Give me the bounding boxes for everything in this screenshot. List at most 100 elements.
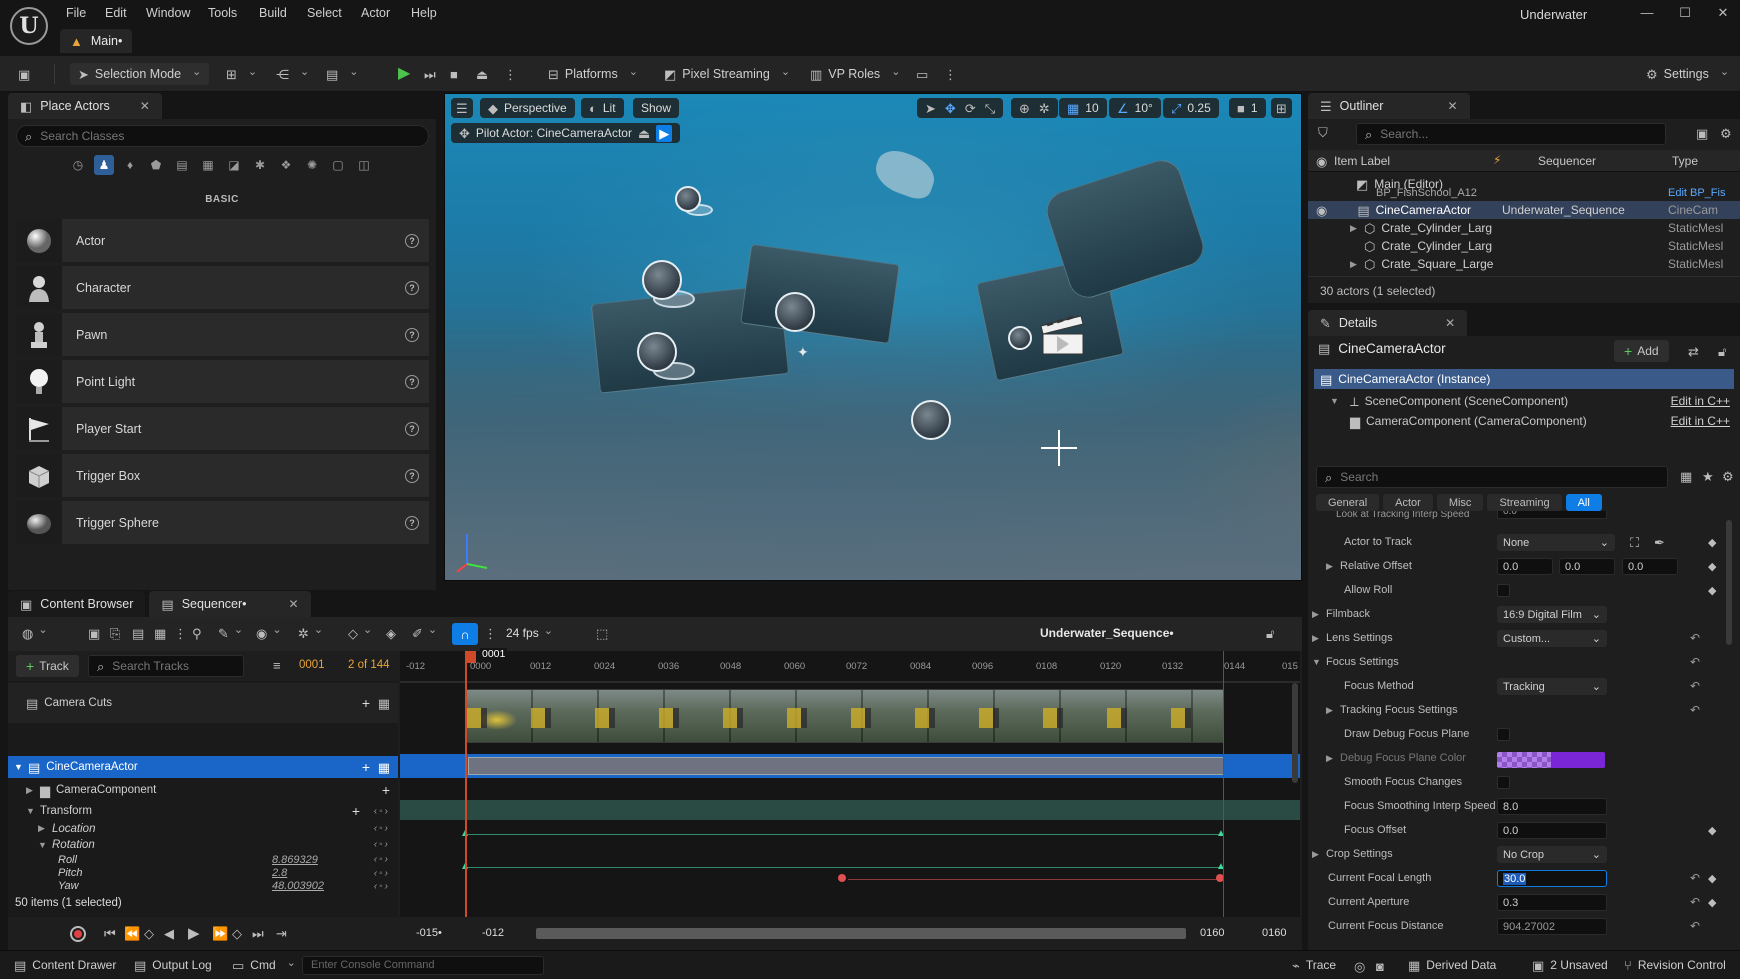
menu-help[interactable]: Help: [411, 6, 437, 20]
outliner-tab[interactable]: ☰ Outliner ✕: [1308, 93, 1470, 119]
cmd-dropdown[interactable]: ▭ Cmd: [232, 958, 296, 972]
curve-editor-icon[interactable]: ⬚: [596, 627, 608, 640]
playback-options-icon[interactable]: ✲: [298, 627, 323, 640]
view-range-slider[interactable]: [536, 928, 1186, 939]
edit-cpp-link[interactable]: Edit in C++: [1671, 414, 1730, 428]
reset-icon[interactable]: ↶: [1690, 895, 1700, 909]
diver-mesh[interactable]: [869, 144, 941, 204]
add-keyframe-icon[interactable]: ◆: [1708, 536, 1716, 549]
key-navigation-icon[interactable]: ‹◦›: [374, 868, 390, 879]
camera-cut-thumbnails[interactable]: [466, 689, 1224, 743]
prev-frame-icon[interactable]: ⏪: [124, 927, 140, 940]
play-button[interactable]: ▶: [398, 63, 410, 85]
close-tab-icon[interactable]: ✕: [289, 597, 299, 611]
allow-roll-checkbox[interactable]: [1497, 584, 1510, 597]
menu-actor[interactable]: Actor: [361, 6, 390, 20]
key-navigation-icon[interactable]: ‹◦›: [374, 854, 390, 865]
eject-pilot-icon[interactable]: ⏏: [638, 127, 650, 140]
keyframe-icon[interactable]: ▲: [1216, 828, 1226, 839]
focus-distance-input[interactable]: 904.27002: [1497, 918, 1607, 935]
save-icon[interactable]: ▣: [88, 627, 100, 640]
lit-button[interactable]: ◐ Lit: [581, 98, 624, 118]
close-icon[interactable]: ✕: [1708, 5, 1738, 23]
add-icon[interactable]: +: [352, 803, 360, 819]
reset-icon[interactable]: ↶: [1690, 871, 1700, 885]
track-camera-cuts[interactable]: ▤ Camera Cuts + ▦: [8, 683, 398, 723]
recent-icon[interactable]: ◷: [68, 155, 88, 175]
scale-tool-icon[interactable]: ⤡: [985, 102, 995, 115]
playhead-line[interactable]: [465, 651, 467, 929]
expand-arrow-icon[interactable]: ▶: [1312, 609, 1326, 620]
render-movie-icon[interactable]: ▤: [132, 627, 144, 640]
offset-x-input[interactable]: 0.0: [1497, 558, 1553, 575]
key-navigation-icon[interactable]: ‹◦›: [374, 823, 390, 834]
filter-tab-streaming[interactable]: Streaming: [1487, 494, 1562, 511]
component-row[interactable]: ▆ CameraComponent (CameraComponent) Edit…: [1350, 411, 1734, 431]
fish-spawner-gizmo-icon[interactable]: [1008, 326, 1032, 350]
content-browser-tab[interactable]: ▣ Content Browser: [8, 591, 146, 617]
filter-icon[interactable]: ≡: [273, 659, 281, 672]
maximize-icon[interactable]: ☐: [1670, 5, 1700, 23]
add-keyframe-icon[interactable]: ◆: [1708, 824, 1716, 837]
outliner-row[interactable]: ▶ ⬡ Crate_Cylinder_Larg StaticMesl: [1308, 219, 1740, 237]
expand-arrow-icon[interactable]: ▶: [38, 823, 52, 834]
snap-magnet-icon[interactable]: ∩: [452, 623, 478, 645]
fish-spawner-gizmo-icon[interactable]: [642, 260, 682, 300]
track-location[interactable]: ▶ Location ‹◦›: [8, 820, 398, 837]
actor-item-trigger-sphere[interactable]: Trigger Sphere ?: [16, 501, 429, 544]
component-instance-row[interactable]: ▤ CineCameraActor (Instance): [1314, 369, 1734, 389]
lock-icon[interactable]: 🔓︎: [1718, 345, 1726, 358]
track-transform[interactable]: ▼ Transform + ‹◦›: [8, 801, 398, 821]
track-camera-component[interactable]: ▶ ▆ CameraComponent +: [8, 780, 398, 800]
world-icon[interactable]: ◍: [22, 627, 48, 640]
key-navigation-icon[interactable]: ‹◦›: [374, 839, 390, 850]
help-icon[interactable]: ?: [405, 421, 419, 436]
content-drawer-button[interactable]: ▤ Content Drawer: [14, 958, 116, 972]
reset-icon[interactable]: ↶: [1690, 631, 1700, 645]
expand-arrow-icon[interactable]: ▶: [1350, 259, 1364, 270]
smooth-focus-checkbox[interactable]: [1497, 776, 1510, 789]
viewport-layout-button[interactable]: ⊞: [1271, 98, 1292, 118]
key-all-icon[interactable]: ⚲: [192, 627, 202, 640]
add-component-button[interactable]: + Add: [1614, 340, 1669, 362]
menu-select[interactable]: Select: [307, 6, 342, 20]
settings-icon[interactable]: ✺: [302, 155, 322, 175]
edit-cpp-link[interactable]: Edit in C++: [1671, 394, 1730, 408]
collapse-arrow-icon[interactable]: ▼: [38, 840, 52, 850]
outliner-row[interactable]: ⬡ Crate_Cylinder_Larg StaticMesl: [1308, 237, 1740, 255]
collapse-arrow-icon[interactable]: ▼: [26, 806, 40, 816]
browse-icon[interactable]: ⎘: [110, 627, 120, 640]
selection-mode-dropdown[interactable]: ➤ Selection Mode: [70, 63, 210, 85]
key-icon[interactable]: ◇: [348, 627, 372, 640]
settings-dropdown[interactable]: ⚙ Settings: [1646, 63, 1729, 85]
jump-end-icon[interactable]: ⏭: [252, 927, 264, 940]
debug-plane-checkbox[interactable]: [1497, 728, 1510, 741]
actor-item-actor[interactable]: Actor ?: [16, 219, 429, 262]
geometry-icon[interactable]: ✱: [250, 155, 270, 175]
lock-icon[interactable]: 🔓︎: [1266, 627, 1274, 640]
visual-effects-icon[interactable]: ▦: [198, 155, 218, 175]
grid-snap-button[interactable]: ▦ 10: [1059, 98, 1107, 118]
current-frame[interactable]: 0001: [299, 659, 325, 671]
translate-tool-icon[interactable]: ✥: [945, 102, 956, 115]
menu-build[interactable]: Build: [259, 6, 287, 20]
menu-edit[interactable]: Edit: [105, 6, 127, 20]
expand-arrow-icon[interactable]: ▶: [1350, 223, 1364, 234]
help-icon[interactable]: ?: [405, 515, 419, 530]
camera-cut-icon[interactable]: ▦: [154, 627, 166, 640]
camera-lock-icon[interactable]: ▦: [378, 761, 390, 774]
camera-speed-button[interactable]: ■ 1: [1229, 98, 1266, 118]
add-folder-icon[interactable]: ▣: [1696, 127, 1708, 140]
reverse-icon[interactable]: ◀: [164, 927, 174, 940]
search-tracks-input[interactable]: ⌕ Search Tracks: [88, 655, 244, 677]
offset-y-input[interactable]: 0.0: [1559, 558, 1615, 575]
add-keyframe-icon[interactable]: ◆: [1708, 896, 1716, 909]
rotate-tool-icon[interactable]: ⟳: [965, 102, 976, 115]
jump-start-icon[interactable]: ⏮: [104, 927, 116, 940]
auto-key-icon[interactable]: ◈: [386, 627, 396, 640]
pitch-value[interactable]: 2.8: [272, 867, 287, 879]
level-viewport[interactable]: ✦ ☰ ◆ Perspective ◐ Lit Show ✥ Pilot Act…: [444, 93, 1302, 581]
filmback-dropdown[interactable]: 16:9 Digital Film ⌄: [1497, 606, 1607, 623]
visibility-eye-icon[interactable]: ◉: [1316, 204, 1327, 217]
prev-key-icon[interactable]: ◇: [144, 927, 154, 940]
